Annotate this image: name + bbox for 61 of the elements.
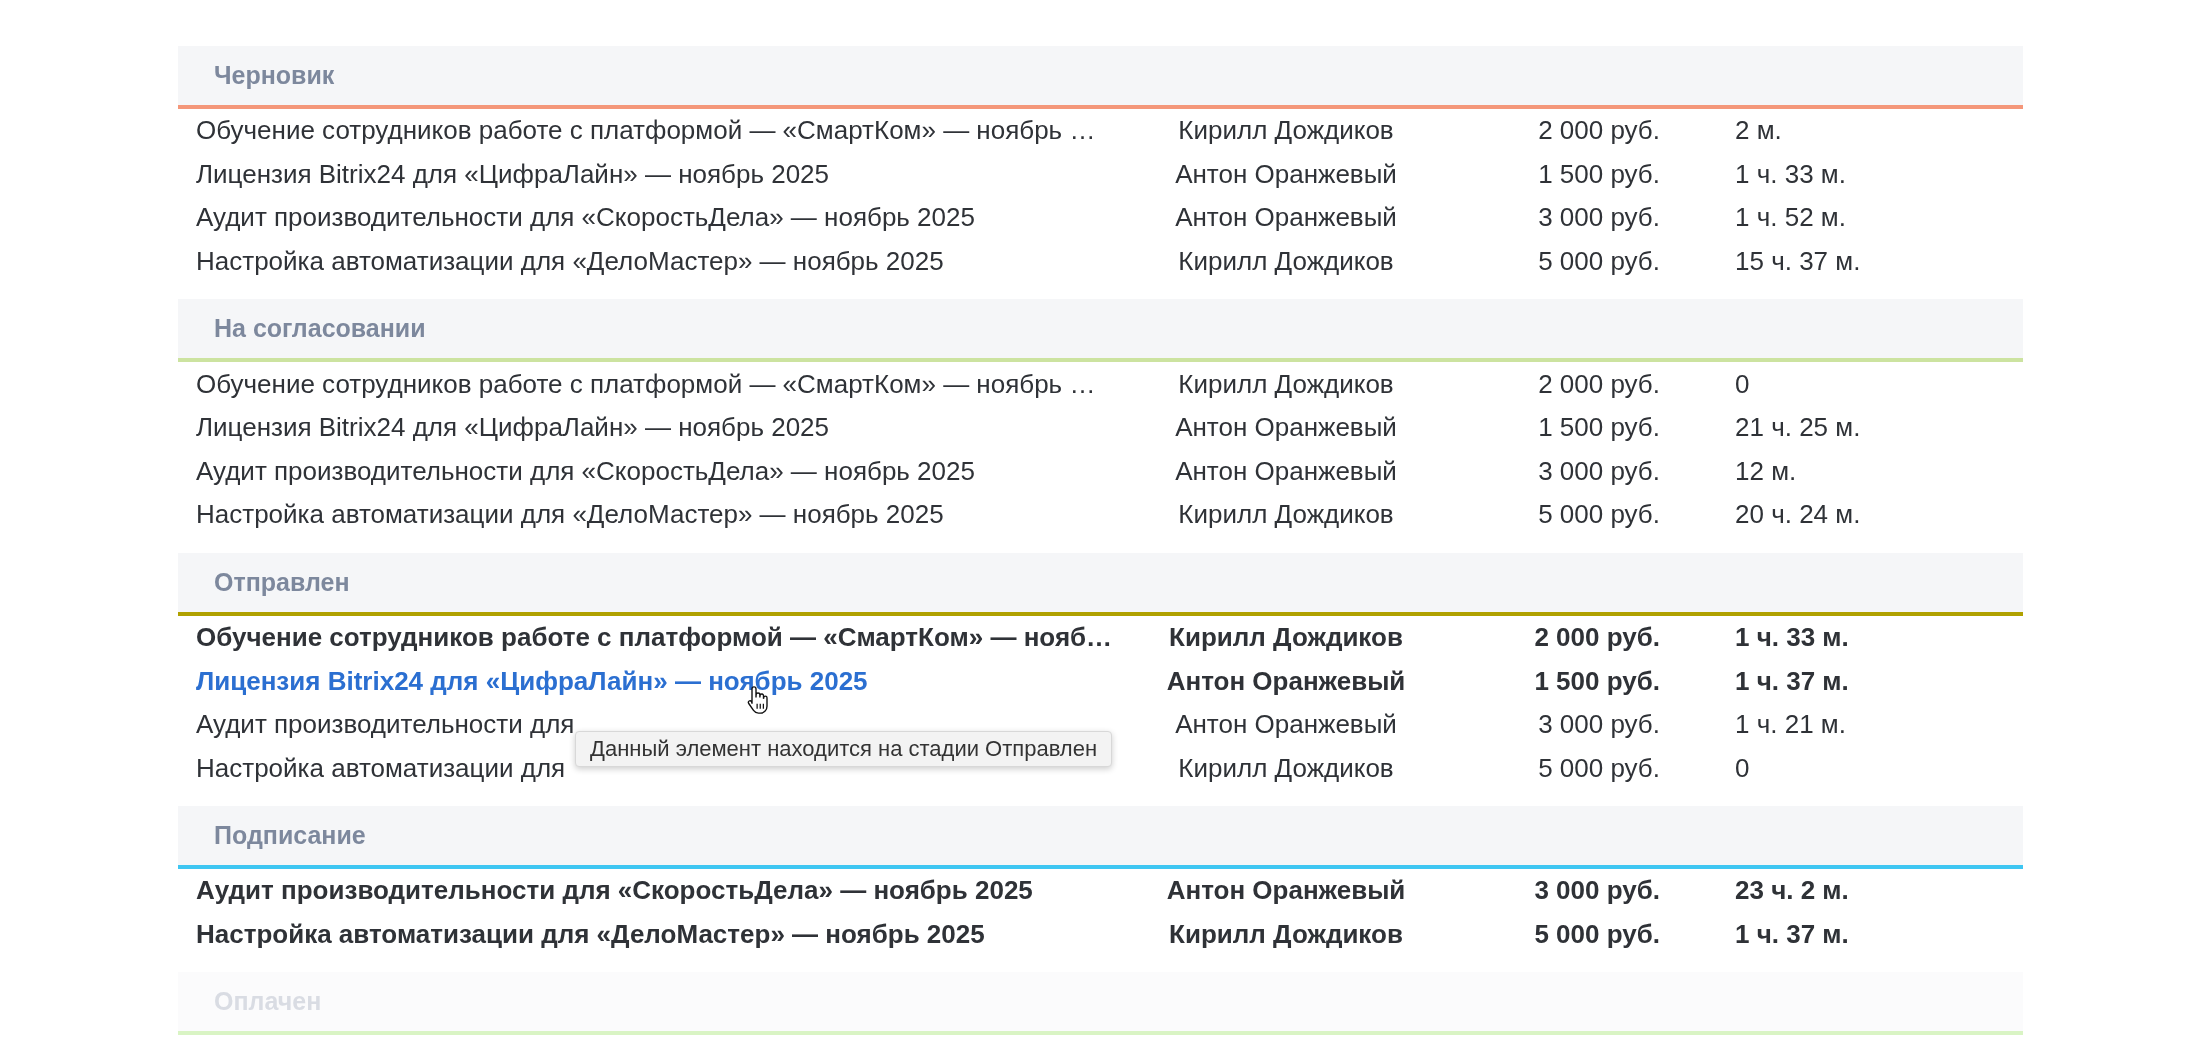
author-name: Антон Оранжевый [1175,202,1397,234]
author-name: Антон Оранжевый [1175,455,1397,487]
section-title: Подписание [214,821,366,851]
item-link[interactable]: Настройка автоматизации для «ДелоМастер» — ноябрь 2025 [196,919,985,950]
author-name: Кирилл Дождиков [1169,919,1403,950]
amount: 5 000 руб. [1538,246,1660,278]
duration: 1 ч. 52 м. [1735,202,1846,234]
author-name: Кирилл Дождиков [1169,622,1403,654]
item-link[interactable]: Лицензия Bitrix24 для «ЦифраЛайн» — ноябрь 2025 [196,158,829,190]
amount: 2 000 руб. [1538,115,1660,147]
item-link[interactable]: Лицензия Bitrix24 для «ЦифраЛайн» — ноябрь 2025 [196,665,868,697]
section-title: Отправлен [214,567,350,597]
duration: 1 ч. 33 м. [1735,622,1849,654]
amount: 1 500 руб. [1538,412,1660,444]
author-name: Антон Оранжевый [1175,412,1397,444]
amount: 5 000 руб. [1538,499,1660,531]
item-link[interactable]: Настройка автоматизации для «ДелоМастер» — ноябрь 2025 [196,499,944,531]
duration: 21 ч. 25 м. [1735,412,1861,444]
item-link[interactable]: Аудит производительности для «СкоростьДела» — ноябрь 2025 [196,202,975,234]
amount: 3 000 руб. [1534,875,1660,907]
item-link[interactable]: Аудит производительности для «СкоростьДела» — ноябрь 2025 [196,455,975,487]
amount: 1 500 руб. [1538,158,1660,190]
duration: 15 ч. 37 м. [1735,246,1861,278]
item-link[interactable]: Настройка автоматизации для [196,752,566,784]
duration: 23 ч. 2 м. [1735,875,1849,907]
author-name: Кирилл Дождиков [1178,246,1394,278]
item-link[interactable]: Обучение сотрудников работе с платформой — «СмартКом» — ноябрь … [196,115,1096,147]
duration: 1 ч. 37 м. [1735,919,1849,950]
author-name: Кирилл Дождиков [1178,368,1394,400]
duration: 1 ч. 21 м. [1735,709,1846,741]
author-name: Антон Оранжевый [1175,709,1397,741]
section-title: На согласовании [214,314,426,344]
author-name: Антон Оранжевый [1166,875,1406,907]
author-name: Кирилл Дождиков [1178,752,1394,784]
item-link[interactable]: Аудит производительности для [196,709,575,741]
duration: 1 ч. 33 м. [1735,158,1846,190]
duration: 2 м. [1735,115,1782,147]
amount: 1 500 руб. [1534,665,1660,697]
amount: 5 000 руб. [1538,752,1660,784]
duration: 0 [1735,368,1750,400]
amount: 3 000 руб. [1538,202,1660,234]
author-name: Антон Оранжевый [1175,158,1397,190]
item-link[interactable]: Аудит производительности для «СкоростьДела» — ноябрь 2025 [196,875,1033,907]
item-link[interactable]: Обучение сотрудников работе с платформой — «СмартКом» — нояб… [196,622,1113,654]
item-link[interactable]: Настройка автоматизации для «ДелоМастер» — ноябрь 2025 [196,246,944,278]
tooltip: Данный элемент находится на стадии Отправлен [575,731,1113,768]
author-name: Антон Оранжевый [1166,665,1406,697]
duration: 12 м. [1735,455,1797,487]
duration: 0 [1735,752,1750,784]
author-name: Кирилл Дождиков [1178,499,1394,531]
item-link[interactable]: Лицензия Bitrix24 для «ЦифраЛайн» — ноябрь 2025 [196,412,829,444]
duration: 20 ч. 24 м. [1735,499,1861,531]
amount: 2 000 руб. [1538,368,1660,400]
duration: 1 ч. 37 м. [1735,665,1849,697]
section-title: Черновик [214,61,335,90]
author-name: Кирилл Дождиков [1178,115,1394,147]
amount: 3 000 руб. [1538,455,1660,487]
amount: 2 000 руб. [1534,622,1660,654]
item-link[interactable]: Обучение сотрудников работе с платформой — «СмартКом» — ноябрь … [196,368,1096,400]
amount: 3 000 руб. [1538,709,1660,741]
amount: 5 000 руб. [1534,919,1660,950]
